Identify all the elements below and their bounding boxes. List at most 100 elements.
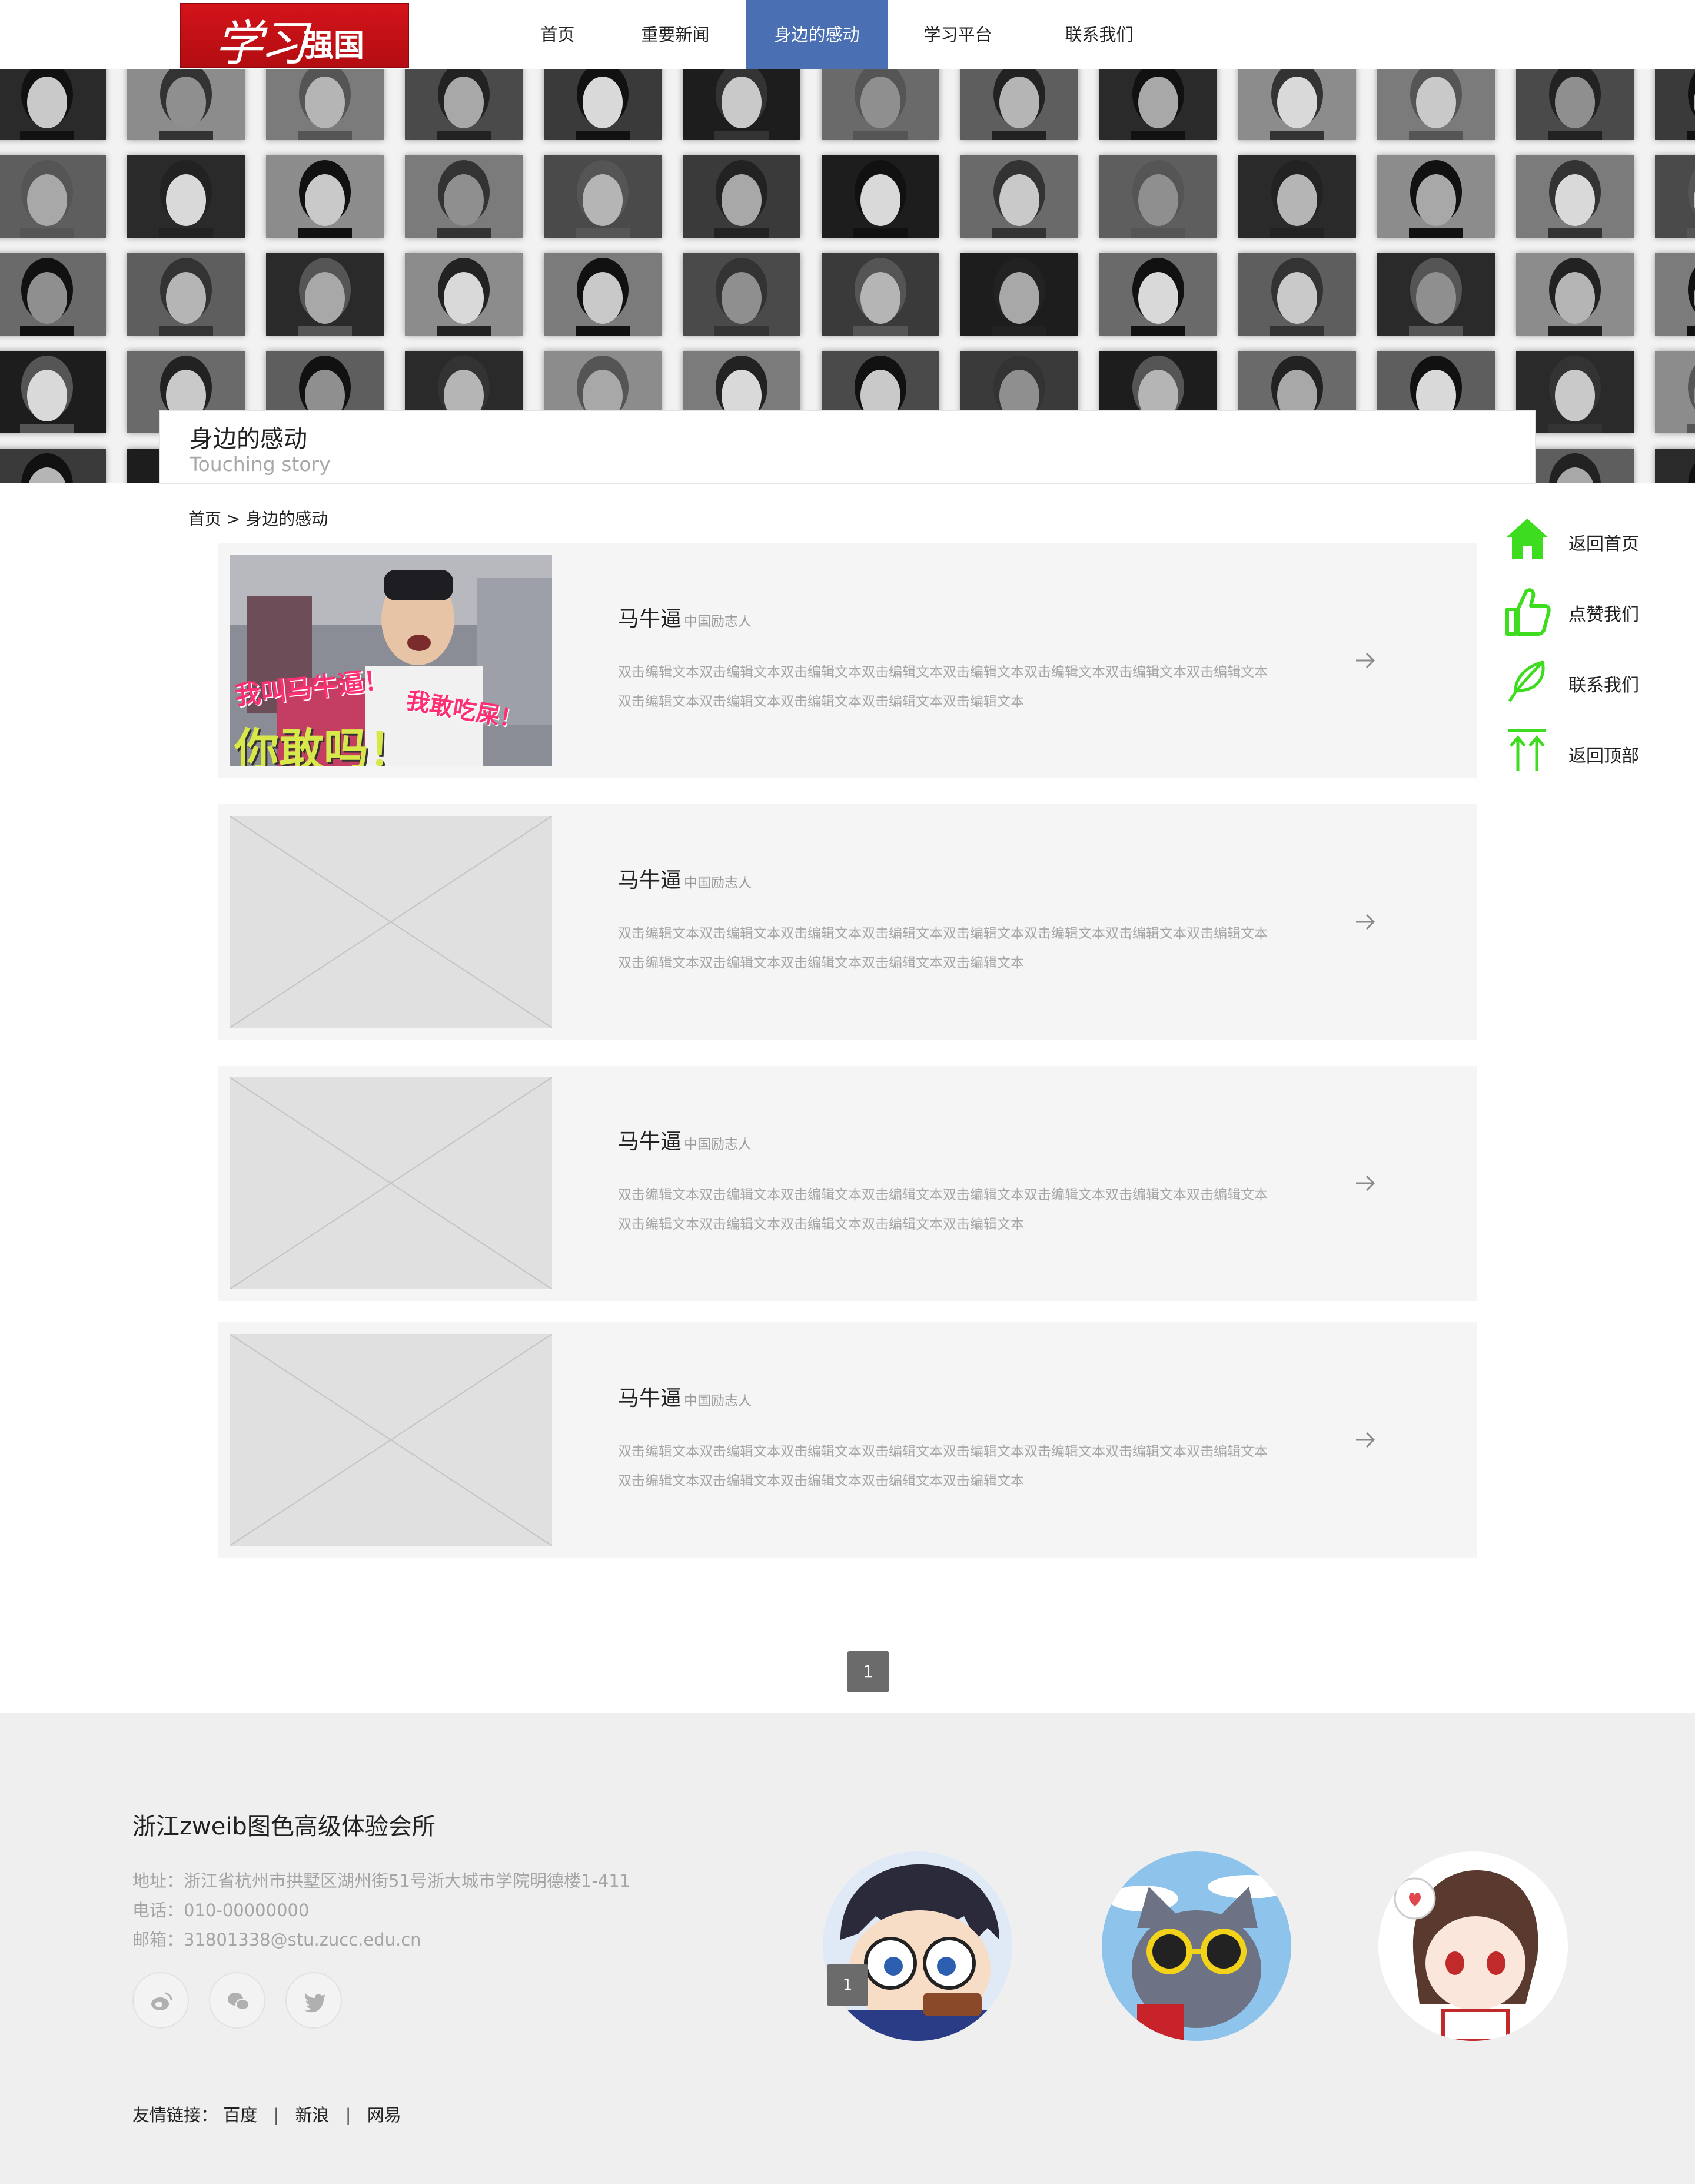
header: 学习 强国 首页 重要新闻 身边的感动 学习平台 联系我们 (0, 0, 1695, 72)
meme-caption-3: 你敢吗！ (234, 723, 413, 766)
anime-boy-avatar[interactable] (823, 1851, 1012, 2041)
story-tag: 中国励志人 (684, 1137, 752, 1152)
story-description: 双击编辑文本双击编辑文本双击编辑文本双击编辑文本双击编辑文本双击编辑文本双击编辑… (618, 926, 1268, 971)
side-menu-label: 联系我们 (1568, 675, 1639, 696)
story-card[interactable]: 马牛逼 中国励志人 双击编辑文本双击编辑文本双击编辑文本双击编辑文本双击编辑文本双… (218, 804, 1477, 1040)
banner-portrait-tile (822, 69, 939, 140)
cat-avatar[interactable] (1102, 1851, 1291, 2041)
banner-portrait-tile (0, 155, 106, 238)
avatar-badge: 1 (827, 1964, 868, 2006)
pagination-page-1[interactable]: 1 (848, 1651, 889, 1692)
nav-item-learning-platform[interactable]: 学习平台 (900, 0, 1015, 69)
story-name: 马牛逼 (618, 607, 682, 631)
story-description: 双击编辑文本双击编辑文本双击编辑文本双击编辑文本双击编辑文本双击编辑文本双击编辑… (618, 1444, 1268, 1489)
side-menu-label: 点赞我们 (1568, 605, 1639, 625)
banner-portrait-tile (544, 69, 662, 140)
story-photo: 我叫马牛逼！ 我敢吃屎！ 你敢吗！ (230, 555, 552, 766)
banner-portrait-tile (1516, 69, 1634, 140)
nav-item-news[interactable]: 重要新闻 (618, 0, 733, 69)
banner-portrait-tile (544, 155, 662, 238)
story-title: 马牛逼 中国励志人 (618, 1381, 752, 1412)
story-card[interactable]: 马牛逼 中国励志人 双击编辑文本双击编辑文本双击编辑文本双击编辑文本双击编辑文本双… (218, 1322, 1477, 1558)
twitter-button[interactable] (285, 1972, 342, 2029)
page-title: 身边的感动 (190, 426, 307, 453)
link-netease[interactable]: 网易 (367, 2105, 401, 2125)
breadcrumb-separator: > (226, 509, 241, 529)
twitter-icon (304, 1993, 325, 2013)
story-name: 马牛逼 (618, 868, 682, 892)
banner-portrait-tile (0, 253, 106, 336)
logo-text-a: 学习 (215, 16, 308, 72)
image-placeholder (230, 1334, 552, 1546)
banner-portrait-tile (1099, 155, 1217, 238)
banner-portrait-tile (1377, 155, 1495, 238)
banner-portrait-tile (1238, 253, 1356, 336)
banner-portrait-tile (1099, 69, 1217, 140)
banner-portrait-tile (0, 69, 106, 140)
banner-portrait-tile (127, 69, 245, 140)
site-logo[interactable]: 学习 强国 (180, 3, 409, 72)
story-card[interactable]: 我叫马牛逼！ 我敢吃屎！ 你敢吗！ 马牛逼 中国励志人 双击编辑文本双击编辑文本双… (218, 543, 1477, 778)
link-baidu[interactable]: 百度 (223, 2105, 257, 2125)
nav-item-home[interactable]: 首页 (509, 0, 606, 69)
banner-portrait-tile (1655, 69, 1695, 140)
banner-portrait-tile (822, 253, 939, 336)
page-subtitle: Touching story (190, 453, 331, 476)
friend-links-label: 友情链接： (132, 2105, 218, 2125)
story-tag: 中国励志人 (684, 1393, 752, 1409)
banner-caption: 身边的感动 Touching story (159, 410, 1536, 484)
story-description: 双击编辑文本双击编辑文本双击编辑文本双击编辑文本双击编辑文本双击编辑文本双击编辑… (618, 665, 1268, 709)
nav-item-touching-story[interactable]: 身边的感动 (746, 0, 888, 69)
arrow-right-icon[interactable] (1354, 649, 1377, 672)
banner-portrait-tile (266, 253, 384, 336)
image-placeholder (230, 816, 552, 1028)
home-icon (1506, 519, 1548, 559)
banner-portrait-tile (960, 253, 1078, 336)
side-menu-like[interactable]: 点赞我们 (1504, 586, 1680, 639)
banner-portrait-tile (1377, 253, 1495, 336)
side-menu-back-to-top[interactable]: 返回顶部 (1504, 727, 1680, 780)
link-separator: | (273, 2105, 280, 2125)
banner-portrait-tile (683, 253, 800, 336)
banner-portrait-tile (1516, 155, 1634, 238)
banner-portrait-tile (1516, 253, 1634, 336)
story-description: 双击编辑文本双击编辑文本双击编辑文本双击编辑文本双击编辑文本双击编辑文本双击编辑… (618, 1187, 1268, 1232)
side-menu-home[interactable]: 返回首页 (1504, 515, 1680, 568)
breadcrumb: 首页 > 身边的感动 (188, 506, 328, 530)
banner-portrait-tile (683, 155, 800, 238)
breadcrumb-current: 身边的感动 (245, 509, 328, 529)
organization-name: 浙江zweib图色高级体验会所 (132, 1813, 436, 1840)
side-menu-contact[interactable]: 联系我们 (1504, 656, 1680, 709)
story-name: 马牛逼 (618, 1130, 682, 1154)
weibo-button[interactable] (132, 1972, 189, 2029)
story-title: 马牛逼 中国励志人 (618, 863, 752, 894)
weibo-icon (151, 1992, 172, 2010)
nav-item-contact[interactable]: 联系我们 (1042, 0, 1156, 69)
banner-portrait-tile (960, 69, 1078, 140)
anime-girl-avatar[interactable] (1378, 1851, 1568, 2041)
breadcrumb-home[interactable]: 首页 (188, 509, 221, 529)
feather-icon (1508, 660, 1545, 702)
banner-portrait-tile (266, 69, 384, 140)
wechat-icon (228, 1993, 250, 2010)
banner-portrait-tile (1655, 351, 1695, 433)
side-menu-label: 返回顶部 (1568, 746, 1639, 766)
side-menu-label: 返回首页 (1568, 534, 1639, 555)
banner-portrait-tile (1238, 69, 1356, 140)
wechat-button[interactable] (209, 1972, 265, 2029)
banner-portrait-tile (127, 155, 245, 238)
banner-portrait-tile (0, 449, 106, 483)
logo-text-b: 强国 (303, 28, 365, 64)
banner-portrait-tile (127, 253, 245, 336)
banner-portrait-tile (1655, 449, 1695, 483)
arrow-right-icon[interactable] (1354, 1428, 1377, 1452)
link-separator: | (345, 2105, 351, 2125)
footer: 浙江zweib图色高级体验会所 地址：浙江省杭州市拱墅区湖州街51号浙大城市学院… (0, 1713, 1695, 2184)
friend-links: 友情链接： 百度 | 新浪 | 网易 (132, 2102, 401, 2126)
banner-portrait-tile (405, 253, 523, 336)
story-card[interactable]: 马牛逼 中国励志人 双击编辑文本双击编辑文本双击编辑文本双击编辑文本双击编辑文本双… (218, 1066, 1477, 1301)
banner-portrait-tile (1377, 69, 1495, 140)
arrow-right-icon[interactable] (1354, 1171, 1377, 1195)
link-sina[interactable]: 新浪 (295, 2105, 329, 2125)
arrow-right-icon[interactable] (1354, 910, 1377, 934)
